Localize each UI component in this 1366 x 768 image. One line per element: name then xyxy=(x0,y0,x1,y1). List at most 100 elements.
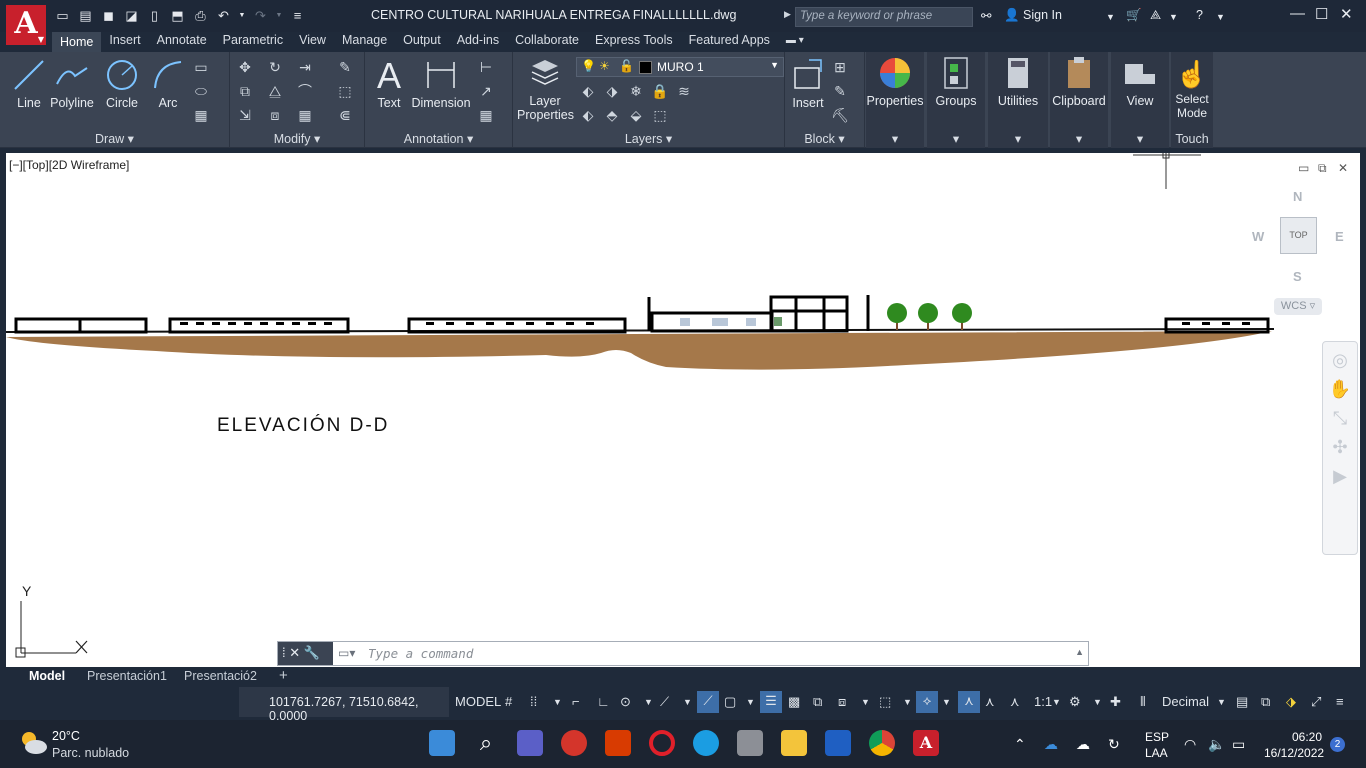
transparency-icon[interactable]: ▩ xyxy=(788,694,800,710)
notification-badge[interactable]: 2 xyxy=(1330,737,1345,752)
trim-icon[interactable]: ⇥ xyxy=(296,58,314,76)
minimize-window-icon[interactable]: — xyxy=(1290,5,1305,22)
add-layout-icon[interactable]: + xyxy=(279,667,288,684)
object-snap-dropdown-icon[interactable]: ▼ xyxy=(746,697,755,707)
redo-dropdown-icon[interactable]: ▼ xyxy=(275,7,283,24)
customization-menu-icon[interactable]: ≡ xyxy=(1336,694,1344,709)
redo-icon[interactable]: ↷ xyxy=(252,7,269,24)
compass-south[interactable]: S xyxy=(1293,269,1302,284)
language-indicator[interactable]: ESP xyxy=(1145,730,1169,744)
utilities-panel[interactable]: Utilities ▾ xyxy=(988,52,1048,148)
unlock-icon[interactable]: 🔓 xyxy=(619,59,634,73)
orbit-icon[interactable]: ✣ xyxy=(1323,437,1357,458)
onedrive-icon[interactable]: ☁ xyxy=(1044,736,1058,753)
tab-manage[interactable]: Manage xyxy=(334,32,395,52)
layer-properties-button[interactable]: Layer Properties xyxy=(517,56,574,122)
drawing-canvas[interactable]: [−][Top][2D Wireframe] ▭ ⧉ ✕ ELEVACIÓN D… xyxy=(6,153,1360,667)
lineweight-icon[interactable]: ☰ xyxy=(760,691,782,713)
edit-block-icon[interactable]: ✎ xyxy=(831,82,849,100)
leader-icon[interactable]: ↗ xyxy=(477,82,495,100)
linear-dim-icon[interactable]: ⊢ xyxy=(477,58,495,76)
ribbon-options-icon[interactable]: ▬ ▾ xyxy=(778,32,812,52)
undo-dropdown-icon[interactable]: ▼ xyxy=(238,7,246,24)
layer-previous-icon[interactable]: ⬙ xyxy=(627,106,645,124)
command-prompt-icon[interactable]: ▭▾ xyxy=(338,646,355,660)
autocad-taskbar-icon[interactable]: A xyxy=(913,730,939,756)
snap-icon[interactable]: ⁞⁞ xyxy=(530,694,537,709)
modify-panel-title[interactable]: Modify ▾ xyxy=(230,131,364,146)
app-generic-icon[interactable] xyxy=(737,730,763,756)
chrome-icon[interactable] xyxy=(869,730,895,756)
offset-icon[interactable]: ⋐ xyxy=(336,106,354,124)
dimension-button[interactable]: Dimension xyxy=(409,58,473,110)
clipboard-panel[interactable]: Clipboard ▾ xyxy=(1050,52,1108,148)
properties-panel[interactable]: Properties ▾ xyxy=(866,52,924,148)
tab-model[interactable]: Model xyxy=(29,669,65,683)
isolate-objects-icon[interactable]: ⬗ xyxy=(1286,694,1296,710)
ellipse-icon[interactable]: ⬭ xyxy=(192,82,210,100)
viewcube-top-face[interactable]: TOP xyxy=(1280,217,1317,254)
save-icon[interactable]: ◼ xyxy=(100,7,117,24)
text-button[interactable]: A Text xyxy=(371,56,407,111)
layer-dropdown[interactable]: 💡 ☀ 🔓 MURO 1 ▼ xyxy=(576,57,784,77)
units-dropdown-icon[interactable]: ▼ xyxy=(1217,697,1226,707)
grip-icon[interactable]: ⁞ xyxy=(282,645,286,660)
tab-presentacion2[interactable]: Presentació2 xyxy=(184,669,257,683)
auto-scale-icon[interactable]: ⋏ xyxy=(985,694,995,710)
file-explorer-icon[interactable] xyxy=(781,730,807,756)
block-panel-title[interactable]: Block ▾ xyxy=(785,131,864,146)
a360-icon[interactable]: ⟁ xyxy=(1150,8,1161,23)
annotation-scale-icon[interactable]: ⋏ xyxy=(1010,694,1020,710)
sun-icon[interactable]: ☀ xyxy=(599,59,610,73)
search-icon[interactable]: ⌕ xyxy=(473,730,499,756)
annotation-panel-title[interactable]: Annotation ▾ xyxy=(365,131,512,146)
language-layout[interactable]: LAA xyxy=(1145,746,1168,760)
maximize-window-icon[interactable]: ☐ xyxy=(1315,5,1328,23)
array-icon[interactable]: ▦ xyxy=(296,106,314,124)
view-button[interactable]: View xyxy=(1111,56,1169,108)
close-command-icon[interactable]: ✕ xyxy=(289,645,300,660)
sync-icon[interactable]: ↻ xyxy=(1108,736,1120,753)
workspace-dropdown-icon[interactable]: ▼ xyxy=(1093,697,1102,707)
open-web-icon[interactable]: ▯ xyxy=(146,7,163,24)
steering-wheel-icon[interactable]: ◎ xyxy=(1323,350,1357,371)
rotate-icon[interactable]: ↻ xyxy=(266,58,284,76)
clock-date[interactable]: 16/12/2022 xyxy=(1264,746,1324,760)
fillet-icon[interactable]: ⌒ xyxy=(296,82,314,100)
groups-panel[interactable]: Groups ▾ xyxy=(927,52,985,148)
app-red-icon[interactable] xyxy=(561,730,587,756)
properties-button[interactable]: Properties xyxy=(866,56,924,108)
office-icon[interactable] xyxy=(605,730,631,756)
object-snap-tracking-icon[interactable]: ⟋ xyxy=(697,691,719,713)
draw-panel-title[interactable]: Draw ▾ xyxy=(0,131,229,146)
pan-hand-icon[interactable]: ✋ xyxy=(1323,379,1357,400)
wcs-menu[interactable]: WCS ▿ xyxy=(1274,298,1322,315)
circle-button[interactable]: Circle xyxy=(102,58,142,110)
volume-icon[interactable]: 🔈 xyxy=(1208,736,1225,753)
cloud-error-icon[interactable]: ☁ xyxy=(1076,736,1090,753)
save-web-icon[interactable]: ⬒ xyxy=(169,7,186,24)
undo-icon[interactable]: ↶ xyxy=(215,7,232,24)
compass-east[interactable]: E xyxy=(1335,229,1344,244)
layer-isolate-icon[interactable]: ⬗ xyxy=(603,82,621,100)
windows-start-icon[interactable] xyxy=(429,730,455,756)
annotation-scale-value[interactable]: 1:1 xyxy=(1034,694,1052,709)
layer-off-icon[interactable]: ⬖ xyxy=(579,82,597,100)
lightbulb-icon[interactable]: 💡 xyxy=(581,59,596,73)
explode-icon[interactable]: ⬚ xyxy=(336,82,354,100)
make-current-icon[interactable]: ⬖ xyxy=(579,106,597,124)
3d-osnap-dropdown-icon[interactable]: ▼ xyxy=(861,697,870,707)
scale-dropdown-icon[interactable]: ▼ xyxy=(1052,697,1061,707)
fullscreen-icon[interactable]: ⤢ xyxy=(1311,694,1321,710)
coordinates-readout[interactable]: 101761.7267, 71510.6842, 0.0000 xyxy=(239,687,449,723)
annotation-monitor-icon[interactable]: ✚ xyxy=(1110,694,1121,710)
tab-parametric[interactable]: Parametric xyxy=(215,32,291,52)
grid-icon[interactable]: # xyxy=(505,694,512,709)
help-icon[interactable]: ? xyxy=(1196,8,1203,22)
copy-icon[interactable]: ⧉ xyxy=(236,82,254,100)
groups-button[interactable]: Groups xyxy=(927,56,985,108)
tab-collaborate[interactable]: Collaborate xyxy=(507,32,587,52)
word-icon[interactable] xyxy=(825,730,851,756)
selection-filter-dropdown-icon[interactable]: ▼ xyxy=(903,697,912,707)
workspace-gear-icon[interactable]: ⚙ xyxy=(1069,694,1081,710)
